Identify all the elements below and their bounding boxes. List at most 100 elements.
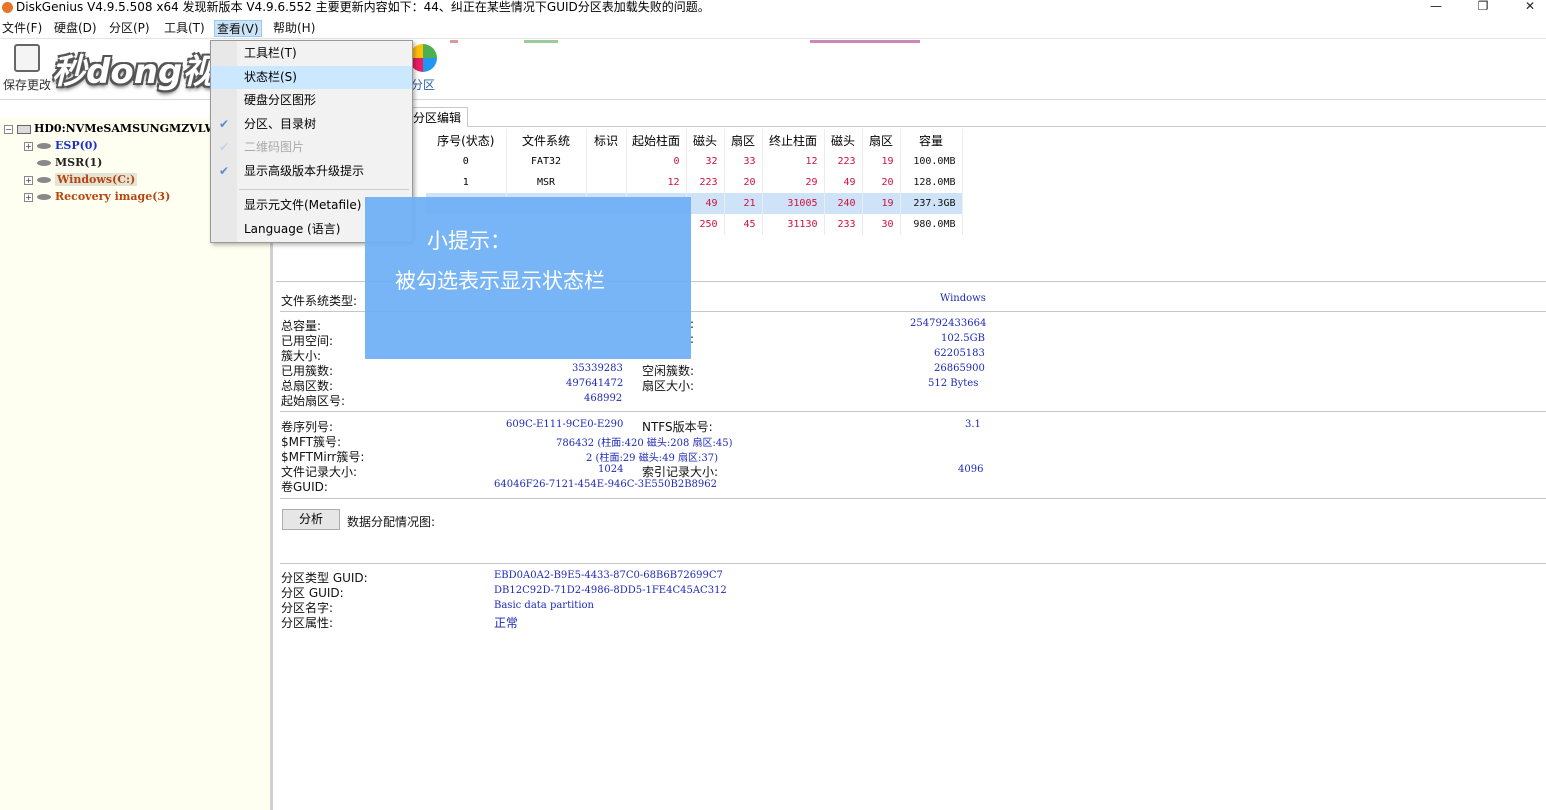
- tree-partition-recovery[interactable]: + Recovery image(3): [24, 190, 170, 203]
- sector-size-value: 512 Bytes: [928, 378, 979, 389]
- divider: [280, 498, 1546, 499]
- cell-start-sector: 45: [724, 214, 763, 235]
- total-clusters-value: 62205183: [934, 348, 985, 359]
- tip-title: 小提示：: [427, 229, 511, 253]
- data-allocation-label: 数据分配情况图:: [347, 515, 436, 529]
- checkmark-icon: ✔: [219, 140, 230, 154]
- col-header-start-head[interactable]: 磁头: [686, 129, 725, 151]
- cell-start-cylinder: 12: [626, 172, 687, 193]
- cell-end-cylinder: 31130: [762, 214, 825, 235]
- cell-end-head: 240: [824, 193, 863, 214]
- volume-guid-value: 64046F26-7121-454E-946C-3E550B2B8962: [494, 479, 718, 490]
- partition-pie-icon: [409, 44, 437, 72]
- disk-map-strip: [450, 40, 950, 43]
- menu-item-disk-graphic[interactable]: 硬盘分区图形: [211, 89, 412, 112]
- menu-item-statusbar[interactable]: 状态栏(S): [211, 66, 412, 89]
- ntfs-version-value: 3.1: [965, 419, 981, 430]
- cell-start-head: 49: [686, 193, 725, 214]
- fs-type-label: 文件系统类型:: [281, 294, 358, 308]
- disk-icon: [17, 124, 31, 134]
- col-header-start-cylinder[interactable]: 起始柱面: [626, 129, 687, 151]
- partition-icon: [37, 177, 51, 183]
- restore-button[interactable]: ❐: [1463, 0, 1503, 14]
- menu-item-partition-tree[interactable]: ✔ 分区、目录树: [211, 113, 412, 136]
- col-header-filesystem[interactable]: 文件系统: [506, 129, 587, 151]
- used-clusters-value: 35339283: [572, 363, 623, 374]
- expand-icon[interactable]: +: [24, 142, 33, 151]
- tab-partition-edit[interactable]: 分区编辑: [406, 107, 469, 127]
- menu-help[interactable]: 帮助(H): [271, 20, 317, 37]
- col-header-end-cylinder[interactable]: 终止柱面: [762, 129, 825, 151]
- close-button[interactable]: ✕: [1510, 0, 1546, 14]
- free-clusters-value: 26865900: [934, 363, 985, 374]
- cell-start-sector: 20: [724, 172, 763, 193]
- table-row[interactable]: 0 FAT32 0 32 33 12 223 19 100.0MB: [426, 151, 963, 172]
- col-header-start-sector[interactable]: 扇区: [724, 129, 763, 151]
- cell-index: 0: [426, 151, 507, 172]
- col-header-index[interactable]: 序号(状态): [426, 129, 507, 151]
- sector-size-label: 扇区大小:: [642, 379, 695, 393]
- total-sectors-value: 497641472: [566, 378, 624, 389]
- menu-file[interactable]: 文件(F): [0, 20, 44, 37]
- tree-partition-windows[interactable]: + Windows(C:): [24, 173, 138, 186]
- start-sector-label: 起始扇区号:: [281, 394, 346, 408]
- partition-icon: [37, 143, 51, 149]
- cell-end-sector: 19: [862, 193, 901, 214]
- cell-flag: [586, 151, 627, 172]
- cell-capacity: 100.0MB: [900, 151, 963, 172]
- partition-type-guid-value: EBD0A0A2-B9E5-4433-87C0-68B6B72699C7: [494, 570, 723, 581]
- cell-end-head: 49: [824, 172, 863, 193]
- col-header-end-sector[interactable]: 扇区: [862, 129, 901, 151]
- menu-item-qrcode: ✔ 二维码图片: [211, 136, 412, 159]
- partition-guid-value: DB12C92D-71D2-4986-8DD5-1FE4C45AC312: [494, 585, 727, 596]
- partition-icon: [37, 160, 51, 166]
- table-row[interactable]: 1 MSR 12 223 20 29 49 20 128.0MB: [426, 172, 963, 193]
- checkmark-icon: ✔: [219, 164, 230, 178]
- cell-capacity: 237.3GB: [900, 193, 963, 214]
- expand-icon[interactable]: +: [24, 176, 33, 185]
- analyze-button[interactable]: 分析: [282, 509, 340, 530]
- menu-partition[interactable]: 分区(P): [107, 20, 152, 37]
- cell-capacity: 128.0MB: [900, 172, 963, 193]
- mft-cluster-value: 786432 (柱面:420 磁头:208 扇区:45): [556, 438, 733, 449]
- cell-filesystem: FAT32: [506, 151, 587, 172]
- menu-disk[interactable]: 硬盘(D): [52, 20, 99, 37]
- volume-guid-label: 卷GUID:: [281, 480, 328, 494]
- col-header-capacity[interactable]: 容量: [900, 129, 963, 151]
- cell-start-head: 250: [686, 214, 725, 235]
- menu-item-upgrade-tip[interactable]: ✔ 显示高级版本升级提示: [211, 160, 412, 183]
- divider: [280, 563, 1546, 564]
- cell-end-cylinder: 31005: [762, 193, 825, 214]
- tree-partition-msr[interactable]: MSR(1): [37, 156, 102, 169]
- cell-end-sector: 19: [862, 151, 901, 172]
- divider: [280, 411, 1546, 412]
- window-title: DiskGenius V4.9.5.508 x64 发现新版本 V4.9.6.5…: [16, 0, 710, 14]
- menu-view[interactable]: 查看(V): [214, 20, 262, 37]
- save-icon: [14, 44, 40, 72]
- cell-end-cylinder: 29: [762, 172, 825, 193]
- tree-partition-esp[interactable]: + ESP(0): [24, 139, 98, 152]
- partition-attr-label: 分区属性:: [281, 616, 334, 630]
- minimize-button[interactable]: —: [1416, 0, 1456, 14]
- partition-icon: [37, 194, 51, 200]
- cell-start-cylinder: 0: [626, 151, 687, 172]
- tab-bar: 分区编辑: [276, 107, 1546, 127]
- menu-item-toolbar[interactable]: 工具栏(T): [211, 42, 412, 65]
- expand-icon[interactable]: +: [24, 193, 33, 202]
- partition-attr-value: 正常: [494, 616, 519, 630]
- index-record-size-label: 索引记录大小:: [642, 465, 719, 479]
- cell-start-head: 223: [686, 172, 725, 193]
- cell-filesystem: MSR: [506, 172, 587, 193]
- collapse-icon[interactable]: −: [4, 125, 13, 134]
- tip-overlay: 小提示： 被勾选表示显示状态栏: [365, 197, 691, 359]
- cell-end-sector: 30: [862, 214, 901, 235]
- save-changes-button[interactable]: 保存更改: [2, 44, 52, 93]
- fs-type-value: Windows: [940, 293, 986, 304]
- menu-tools[interactable]: 工具(T): [162, 20, 207, 37]
- cell-flag: [586, 172, 627, 193]
- table-header-row: 序号(状态) 文件系统 标识 起始柱面 磁头 扇区 终止柱面 磁头 扇区 容量: [426, 129, 963, 151]
- col-header-flag[interactable]: 标识: [586, 129, 627, 151]
- cell-end-sector: 20: [862, 172, 901, 193]
- cell-end-head: 233: [824, 214, 863, 235]
- col-header-end-head[interactable]: 磁头: [824, 129, 863, 151]
